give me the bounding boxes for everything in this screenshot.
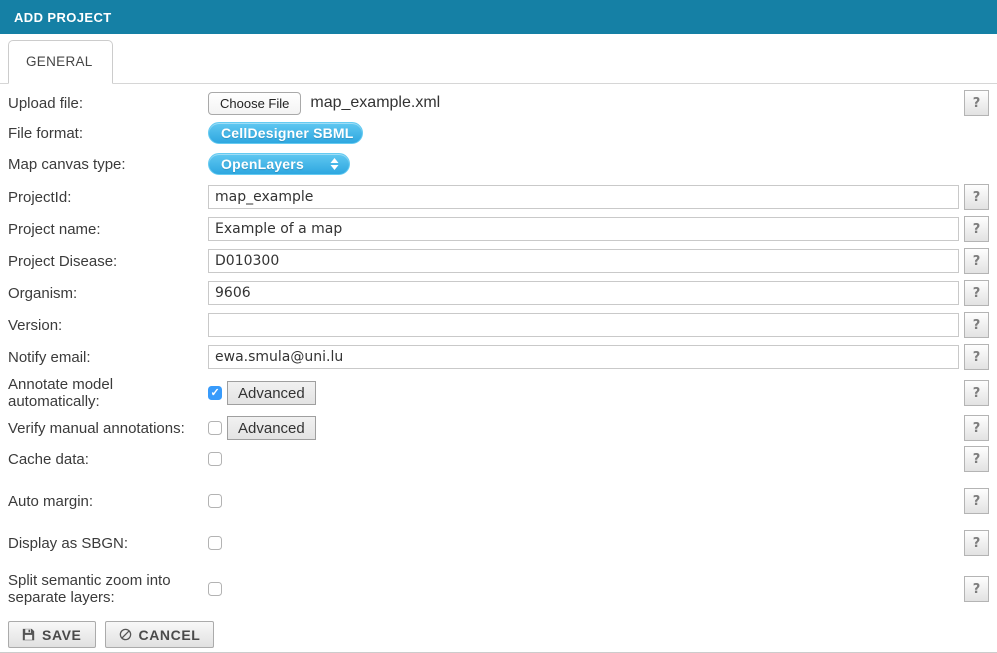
- save-icon: [22, 628, 35, 641]
- version-input[interactable]: [208, 313, 959, 337]
- form-row-split-zoom: Split semantic zoom into separate layers…: [8, 572, 989, 606]
- help-button-split-zoom[interactable]: ?: [964, 576, 989, 602]
- project-disease-input[interactable]: [208, 249, 959, 273]
- help-button-notify-email[interactable]: ?: [964, 344, 989, 370]
- cancel-icon: [119, 628, 132, 641]
- save-button-label: SAVE: [42, 627, 82, 643]
- notify-email-input[interactable]: [208, 345, 959, 369]
- verify-annotations-checkbox[interactable]: [208, 421, 222, 435]
- help-button-upload-file[interactable]: ?: [964, 90, 989, 116]
- annotate-advanced-button[interactable]: Advanced: [227, 381, 316, 405]
- form-row-map-canvas-type: Map canvas type: OpenLayers: [8, 153, 989, 175]
- form-row-project-disease: Project Disease: ?: [8, 248, 989, 274]
- project-disease-label: Project Disease:: [8, 253, 208, 270]
- form-row-organism: Organism: ?: [8, 280, 989, 306]
- help-button-display-sbgn[interactable]: ?: [964, 530, 989, 556]
- uploaded-filename: map_example.xml: [310, 94, 440, 112]
- tab-general-label: GENERAL: [26, 54, 93, 69]
- project-name-label: Project name:: [8, 221, 208, 238]
- file-format-label: File format:: [8, 125, 208, 142]
- organism-label: Organism:: [8, 285, 208, 302]
- project-id-input[interactable]: [208, 185, 959, 209]
- help-button-organism[interactable]: ?: [964, 280, 989, 306]
- help-button-annotate-model[interactable]: ?: [964, 380, 989, 406]
- form-row-notify-email: Notify email: ?: [8, 344, 989, 370]
- select-arrows-icon: [354, 127, 377, 139]
- display-sbgn-checkbox[interactable]: [208, 536, 222, 550]
- form-row-version: Version: ?: [8, 312, 989, 338]
- choose-file-button[interactable]: Choose File: [208, 92, 301, 115]
- add-project-dialog: ADD PROJECT GENERAL Upload file: Choose …: [0, 0, 997, 653]
- display-sbgn-label: Display as SBGN:: [8, 535, 208, 552]
- select-arrows-icon: [316, 158, 339, 170]
- form-row-annotate-model: Annotate model automatically: Advanced ?: [8, 376, 989, 410]
- version-label: Version:: [8, 317, 208, 334]
- cache-data-checkbox[interactable]: [208, 452, 222, 466]
- help-button-auto-margin[interactable]: ?: [964, 488, 989, 514]
- map-canvas-type-label: Map canvas type:: [8, 156, 208, 173]
- help-button-verify-annotations[interactable]: ?: [964, 415, 989, 441]
- cancel-button-label: CANCEL: [139, 627, 201, 643]
- tab-general[interactable]: GENERAL: [8, 40, 113, 84]
- form-row-display-sbgn: Display as SBGN: ?: [8, 530, 989, 556]
- help-button-cache-data[interactable]: ?: [964, 446, 989, 472]
- annotate-model-label: Annotate model automatically:: [8, 376, 208, 410]
- verify-advanced-button[interactable]: Advanced: [227, 416, 316, 440]
- help-button-project-name[interactable]: ?: [964, 216, 989, 242]
- form-row-auto-margin: Auto margin: ?: [8, 488, 989, 514]
- save-button[interactable]: SAVE: [8, 621, 96, 648]
- tab-bar: GENERAL: [0, 40, 997, 84]
- map-canvas-type-select[interactable]: OpenLayers: [208, 153, 350, 175]
- project-name-input[interactable]: [208, 217, 959, 241]
- auto-margin-label: Auto margin:: [8, 493, 208, 510]
- split-zoom-checkbox[interactable]: [208, 582, 222, 596]
- verify-annotations-label: Verify manual annotations:: [8, 420, 208, 437]
- form-row-project-id: ProjectId: ?: [8, 184, 989, 210]
- help-button-project-disease[interactable]: ?: [964, 248, 989, 274]
- cache-data-label: Cache data:: [8, 451, 208, 468]
- form-row-cache-data: Cache data: ?: [8, 446, 989, 472]
- project-id-label: ProjectId:: [8, 189, 208, 206]
- form-row-project-name: Project name: ?: [8, 216, 989, 242]
- dialog-header: ADD PROJECT: [0, 0, 997, 34]
- help-button-project-id[interactable]: ?: [964, 184, 989, 210]
- split-zoom-label: Split semantic zoom into separate layers…: [8, 572, 183, 606]
- auto-margin-checkbox[interactable]: [208, 494, 222, 508]
- dialog-title: ADD PROJECT: [14, 10, 112, 25]
- notify-email-label: Notify email:: [8, 349, 208, 366]
- map-canvas-type-value: OpenLayers: [221, 156, 304, 172]
- dialog-actions: SAVE CANCEL: [0, 612, 997, 652]
- add-project-form: Upload file: Choose File map_example.xml…: [0, 84, 997, 606]
- help-button-version[interactable]: ?: [964, 312, 989, 338]
- file-format-value: CellDesigner SBML: [221, 125, 354, 141]
- form-row-file-format: File format: CellDesigner SBML: [8, 122, 989, 144]
- form-row-verify-annotations: Verify manual annotations: Advanced ?: [8, 415, 989, 441]
- file-format-select[interactable]: CellDesigner SBML: [208, 122, 363, 144]
- form-row-upload-file: Upload file: Choose File map_example.xml…: [8, 90, 989, 116]
- upload-file-label: Upload file:: [8, 95, 208, 112]
- annotate-model-checkbox[interactable]: [208, 386, 222, 400]
- organism-input[interactable]: [208, 281, 959, 305]
- cancel-button[interactable]: CANCEL: [105, 621, 215, 648]
